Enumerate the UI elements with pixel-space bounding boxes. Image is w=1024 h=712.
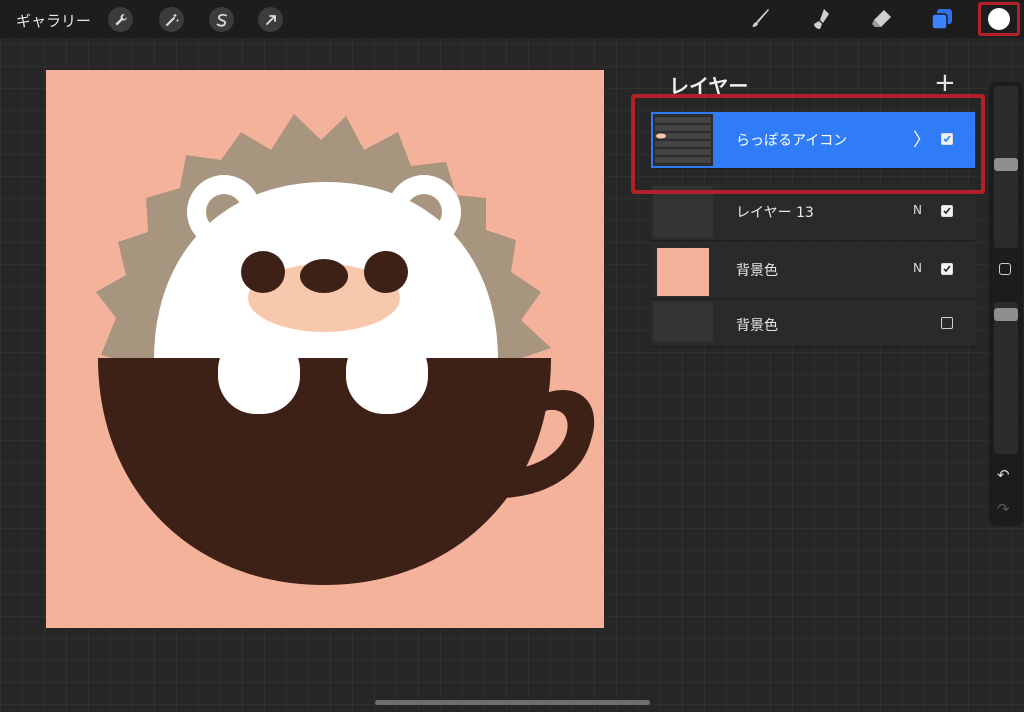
transform-arrow-icon[interactable] <box>258 7 283 32</box>
hedgehog-left-eye <box>241 251 285 293</box>
coffee-cup <box>98 358 551 585</box>
selection-icon[interactable] <box>209 7 234 32</box>
top-toolbar: ギャラリー <box>0 0 1024 38</box>
gallery-button[interactable]: ギャラリー <box>16 10 91 31</box>
wrench-icon[interactable] <box>108 7 133 32</box>
brush-size-slider[interactable] <box>994 86 1018 248</box>
layers-panel: レイヤー + らっぽるアイコン 〉 レイヤー 13 N 背景色 N 背景色 <box>641 60 984 350</box>
magic-wand-icon[interactable] <box>159 7 184 32</box>
brush-size-handle[interactable] <box>994 158 1018 171</box>
layer-thumbnail <box>653 186 713 238</box>
brush-icon[interactable] <box>748 6 774 32</box>
eraser-icon[interactable] <box>868 6 894 32</box>
opacity-slider[interactable] <box>994 302 1018 454</box>
layer-thumbnail <box>653 302 713 342</box>
layer-thumbnail <box>653 244 713 296</box>
eyedropper-button[interactable] <box>999 263 1011 275</box>
opacity-handle[interactable] <box>994 308 1018 321</box>
blend-mode-label[interactable]: N <box>913 261 922 275</box>
layer-visibility-checkbox[interactable] <box>941 133 953 145</box>
layer-visibility-checkbox[interactable] <box>941 317 953 329</box>
color-picker-button[interactable] <box>978 2 1020 36</box>
layers-panel-title: レイヤー <box>669 74 749 98</box>
add-layer-button[interactable]: + <box>934 70 956 96</box>
layer-visibility-checkbox[interactable] <box>941 205 953 217</box>
layer-name: 背景色 <box>736 318 778 334</box>
layers-icon[interactable] <box>929 6 955 32</box>
chevron-right-icon[interactable]: 〉 <box>913 126 931 152</box>
layer-thumbnail <box>653 114 713 166</box>
undo-icon[interactable]: ↶ <box>997 466 1010 484</box>
layer-name: 背景色 <box>736 263 778 279</box>
hedgehog-left-paw <box>218 332 300 414</box>
layer-row[interactable]: 背景色 <box>651 300 975 347</box>
hedgehog-nose <box>300 259 348 293</box>
layer-visibility-checkbox[interactable] <box>941 263 953 275</box>
side-toolbar: ↶ ↷ <box>989 82 1023 526</box>
fill-swatch <box>657 248 709 296</box>
layer-name: らっぽるアイコン <box>736 133 848 149</box>
current-color-swatch <box>988 8 1010 30</box>
layer-row[interactable]: レイヤー 13 N <box>651 184 975 241</box>
hedgehog-cup-illustration <box>96 114 595 585</box>
home-indicator <box>375 700 650 705</box>
layer-row[interactable]: 背景色 N <box>651 242 975 299</box>
hedgehog-right-paw <box>346 332 428 414</box>
drawing-canvas[interactable] <box>46 70 604 628</box>
hedgehog-right-eye <box>364 251 408 293</box>
redo-icon[interactable]: ↷ <box>997 500 1010 518</box>
smudge-icon[interactable] <box>808 6 834 32</box>
layer-name: レイヤー 13 <box>736 205 814 221</box>
layer-row-group[interactable]: らっぽるアイコン 〉 <box>651 112 975 169</box>
blend-mode-label[interactable]: N <box>913 203 922 217</box>
